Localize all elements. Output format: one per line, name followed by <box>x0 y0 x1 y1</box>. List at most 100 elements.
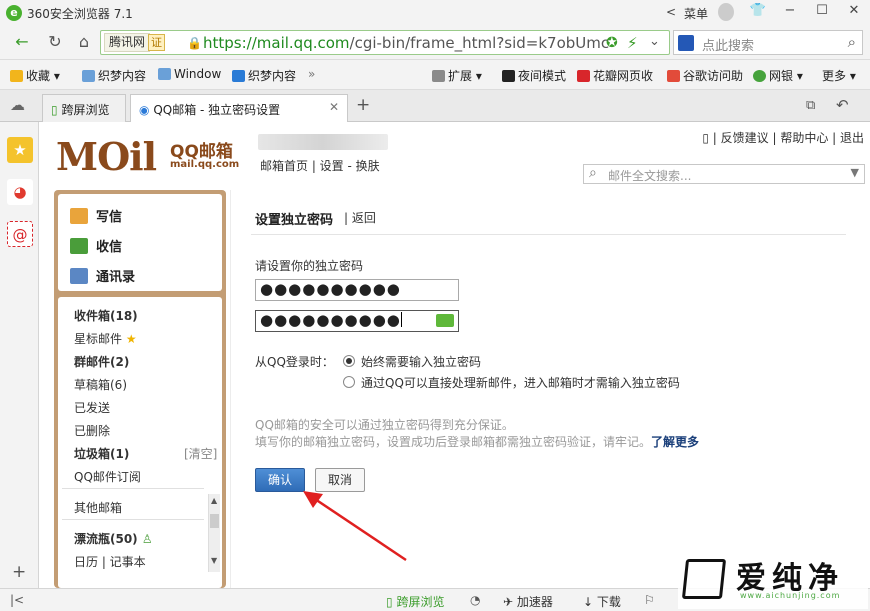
speed-dial-icon[interactable]: ◔ <box>470 593 480 607</box>
keyboard-icon[interactable] <box>436 314 454 327</box>
google-access-button[interactable]: 谷歌访问助 <box>667 67 743 84</box>
home-button[interactable]: ⌂ <box>72 31 96 55</box>
bookmark-item[interactable]: 织梦内容 <box>232 67 296 84</box>
refresh-button[interactable]: ↻ <box>43 31 67 55</box>
browser-search-input[interactable]: 点此搜索 ⌕ <box>673 30 863 55</box>
bookmark-item[interactable]: Window <box>158 67 221 81</box>
close-tab-icon[interactable]: ✕ <box>329 100 339 114</box>
minimize-button[interactable]: − <box>774 0 806 24</box>
baidu-icon[interactable] <box>678 35 694 51</box>
browser-sidebar: ★ ◕ @ + <box>0 122 39 588</box>
ebank-menu[interactable]: 网银 ▾ <box>753 67 803 84</box>
night-mode-button[interactable]: 夜间模式 <box>502 67 566 84</box>
option-qq-direct-radio[interactable] <box>343 376 355 388</box>
huaban-button[interactable]: 花瓣网页收 <box>577 67 653 84</box>
divider <box>62 519 204 520</box>
confirm-button[interactable]: 确认 <box>255 468 305 492</box>
bookmark-item[interactable]: 织梦内容 <box>82 67 146 84</box>
folder-group[interactable]: 群邮件(2) <box>74 353 129 370</box>
folder-deleted[interactable]: 已删除 <box>74 422 110 439</box>
tab-cross-screen[interactable]: ▯ 跨屏浏览 <box>42 94 126 122</box>
folder-drift-bottle[interactable]: 漂流瓶(50) ♙ <box>74 530 153 547</box>
folder-drafts[interactable]: 草稿箱(6) <box>74 376 127 393</box>
menu-button[interactable]: 菜单 <box>684 5 708 22</box>
bookmark-favorites[interactable]: 收藏 ▾ <box>10 67 60 84</box>
url-text[interactable]: https://mail.qq.com/cgi-bin/frame_html?s… <box>203 34 609 52</box>
certificate-badge[interactable]: 证 <box>148 34 165 51</box>
cross-screen-button[interactable]: ▯ 跨屏浏览 <box>386 593 444 610</box>
bottle-icon: ♙ <box>141 532 153 546</box>
red-arrow-annotation <box>303 491 407 562</box>
favorites-icon[interactable]: ★ <box>7 137 33 163</box>
back-link[interactable]: | 返回 <box>344 209 376 226</box>
back-history-icon[interactable]: < <box>666 5 676 19</box>
option-qq-direct-label[interactable]: 通过QQ可以直接处理新邮件，进入邮箱时才需输入独立密码 <box>361 374 680 391</box>
page-title: 设置独立密码 <box>255 213 334 228</box>
folder-junk[interactable]: 垃圾箱(1) <box>74 445 129 462</box>
security-icon[interactable]: ✪ <box>606 35 618 51</box>
window-title: 360安全浏览器 7.1 <box>27 7 133 21</box>
site-tag[interactable]: 腾讯网 <box>104 33 151 52</box>
flag-icon[interactable]: ⚐ <box>644 593 655 607</box>
folder-other-mailboxes[interactable]: 其他邮箱 <box>74 499 122 516</box>
scroll-up-icon[interactable]: ▲ <box>211 496 217 505</box>
confirm-password-field[interactable]: ●●●●●●●●●● <box>255 310 459 332</box>
star-icon <box>10 70 23 82</box>
google-icon <box>667 70 680 82</box>
contacts-button[interactable]: 通讯录 <box>70 266 135 285</box>
password-field[interactable]: ●●●●●●●●●● <box>255 279 459 301</box>
scroll-thumb[interactable] <box>210 514 219 528</box>
folder-sent[interactable]: 已发送 <box>74 399 110 416</box>
tab-qqmail[interactable]: ◉ QQ邮箱 - 独立密码设置 ✕ <box>130 94 348 123</box>
more-menu[interactable]: 更多 ▾ <box>822 67 856 84</box>
compose-button[interactable]: 写信 <box>70 206 122 225</box>
clear-junk-link[interactable]: [清空] <box>184 445 217 462</box>
accelerator-button[interactable]: ✈ 加速器 <box>503 593 553 610</box>
speed-icon[interactable]: ⚡ <box>627 34 638 52</box>
mail-search-input[interactable]: ⌕ 邮件全文搜索... ▼ <box>583 164 865 184</box>
back-button[interactable]: ← <box>10 31 34 55</box>
chevron-down-icon[interactable]: ⌄ <box>649 34 660 49</box>
option-always-radio[interactable] <box>343 355 355 367</box>
qqmail-logo[interactable]: MOil <box>56 134 157 179</box>
skin-icon[interactable]: 👕 <box>742 0 774 24</box>
chevron-down-icon[interactable]: ▼ <box>851 166 859 179</box>
folder-inbox[interactable]: 收件箱(18) <box>74 307 138 324</box>
tab-list-icon[interactable]: ⧉ <box>806 98 815 113</box>
folder-starred[interactable]: 星标邮件 ★ <box>74 330 137 347</box>
phone-icon: ▯ <box>51 103 58 117</box>
divider <box>251 234 846 235</box>
calendar-notes-links[interactable]: 日历 | 记事本 <box>74 553 146 570</box>
option-always-label[interactable]: 始终需要输入独立密码 <box>361 353 481 370</box>
receive-button[interactable]: 收信 <box>70 236 122 255</box>
mail-at-icon[interactable]: @ <box>7 221 33 247</box>
qqmail-tab-icon: ◉ <box>139 103 150 117</box>
close-window-button[interactable]: ✕ <box>838 0 870 24</box>
maximize-button[interactable]: ☐ <box>806 0 838 24</box>
learn-more-link[interactable]: 了解更多 <box>651 435 699 449</box>
mobile-icon[interactable]: ▯ <box>702 131 709 145</box>
top-links[interactable]: ▯ | 反馈建议 | 帮助中心 | 退出 <box>702 129 864 146</box>
weibo-icon[interactable]: ◕ <box>7 179 33 205</box>
mail-sidebar: 写信 收信 通讯录 收件箱(18) 星标邮件 ★ 群邮件(2) 草稿箱(6) 已… <box>54 190 226 588</box>
download-button[interactable]: ↓ 下载 <box>583 593 621 610</box>
tab-bar: ☁ ▯ 跨屏浏览 ◉ QQ邮箱 - 独立密码设置 ✕ + ⧉ ↶ <box>0 90 870 123</box>
text-cursor <box>400 312 402 327</box>
search-icon[interactable]: ⌕ <box>848 33 856 51</box>
add-sidebar-button[interactable]: + <box>12 562 26 582</box>
windows-icon <box>232 70 245 82</box>
undo-close-icon[interactable]: ↶ <box>836 96 849 114</box>
medal-icon[interactable] <box>718 3 734 21</box>
rocket-icon: ✈ <box>503 595 514 609</box>
collapse-sidebar-icon[interactable]: |< <box>10 593 24 607</box>
cloud-icon[interactable]: ☁ <box>10 96 25 114</box>
scroll-down-icon[interactable]: ▼ <box>211 556 217 565</box>
extensions-menu[interactable]: 扩展 ▾ <box>432 67 482 84</box>
more-bookmarks-chevron[interactable]: » <box>308 67 315 81</box>
header-links[interactable]: 邮箱首页 | 设置 - 换肤 <box>260 157 380 174</box>
address-bar[interactable]: 腾讯网 证 🔒 https://mail.qq.com/cgi-bin/fram… <box>100 30 670 55</box>
folder-subscription[interactable]: QQ邮件订阅 <box>74 468 141 485</box>
folder-scrollbar[interactable]: ▲ ▼ <box>208 494 220 572</box>
cancel-button[interactable]: 取消 <box>315 468 365 492</box>
new-tab-button[interactable]: + <box>356 95 370 115</box>
